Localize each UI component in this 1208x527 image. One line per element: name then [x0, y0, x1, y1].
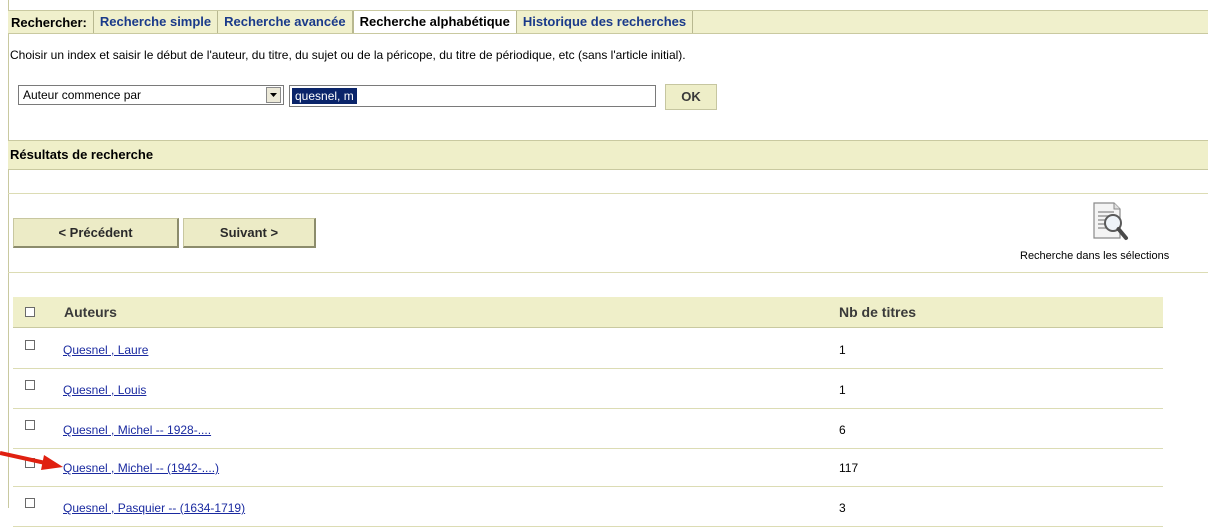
author-link[interactable]: Quesnel , Michel -- 1928-.... — [63, 423, 211, 437]
tab-advanced-search[interactable]: Recherche avancée — [218, 11, 353, 33]
table-row: Quesnel , Michel -- 1928-.... 6 — [13, 410, 1163, 449]
results-header: Résultats de recherche — [8, 140, 1208, 170]
row-checkbox[interactable] — [25, 380, 35, 390]
instructions-text: Choisir un index et saisir le début de l… — [10, 48, 686, 62]
row-checkbox[interactable] — [25, 420, 35, 430]
divider — [8, 193, 1208, 194]
title-count: 1 — [839, 343, 846, 357]
search-tabs-bar: Rechercher: Recherche simple Recherche a… — [8, 10, 1208, 34]
index-select[interactable]: Auteur commence par — [18, 85, 284, 105]
tab-search-history[interactable]: Historique des recherches — [517, 11, 694, 33]
column-header-count[interactable]: Nb de titres — [839, 304, 916, 320]
annotation-arrow-icon — [0, 451, 63, 470]
tab-alphabetical-search[interactable]: Recherche alphabétique — [352, 11, 517, 33]
search-input-value: quesnel, m — [292, 88, 357, 104]
table-row: Quesnel , Laure 1 — [13, 330, 1163, 369]
select-all-checkbox[interactable] — [25, 307, 35, 317]
chevron-down-icon[interactable] — [266, 87, 281, 103]
index-select-value: Auteur commence par — [23, 88, 142, 102]
previous-button[interactable]: < Précédent — [13, 218, 179, 248]
table-row: Quesnel , Michel -- (1942-....) 117 — [13, 448, 1163, 487]
search-selections-icon[interactable] — [1088, 200, 1130, 244]
divider — [8, 272, 1208, 273]
title-count: 1 — [839, 383, 846, 397]
author-link[interactable]: Quesnel , Pasquier -- (1634-1719) — [63, 501, 245, 515]
table-row: Quesnel , Louis 1 — [13, 370, 1163, 409]
author-link[interactable]: Quesnel , Louis — [63, 383, 146, 397]
title-count: 117 — [839, 461, 859, 475]
row-checkbox[interactable] — [25, 340, 35, 350]
next-button[interactable]: Suivant > — [183, 218, 316, 248]
title-count: 6 — [839, 423, 846, 437]
row-checkbox[interactable] — [25, 498, 35, 508]
search-selections-label[interactable]: Recherche dans les sélections — [1020, 250, 1169, 262]
author-link[interactable]: Quesnel , Laure — [63, 343, 148, 357]
author-link[interactable]: Quesnel , Michel -- (1942-....) — [63, 461, 219, 475]
table-header: Auteurs Nb de titres — [13, 297, 1163, 328]
ok-button[interactable]: OK — [665, 84, 717, 110]
title-count: 3 — [839, 501, 846, 515]
tab-simple-search[interactable]: Recherche simple — [92, 11, 219, 33]
search-tabs-label: Rechercher: — [11, 14, 87, 30]
column-header-authors[interactable]: Auteurs — [64, 304, 117, 320]
search-input[interactable]: quesnel, m — [289, 85, 656, 107]
left-border — [8, 0, 9, 508]
